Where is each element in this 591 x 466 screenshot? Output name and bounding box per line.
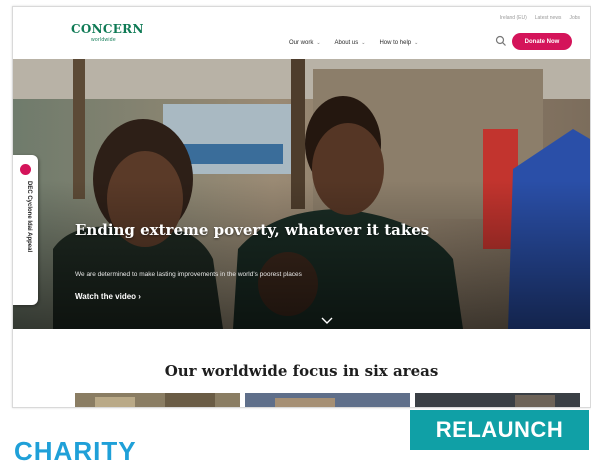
focus-area-cards — [75, 393, 580, 408]
hero-headline: Ending extreme poverty, whatever it take… — [75, 221, 430, 239]
nav-item-how-to-help[interactable]: How to help ⌄ — [379, 40, 418, 46]
chevron-down-icon[interactable] — [320, 317, 334, 325]
nav-label: Our work — [289, 40, 314, 46]
logo-wordmark: CONCERN — [71, 22, 144, 36]
chevron-down-icon: ⌄ — [316, 40, 321, 46]
chevron-down-icon: ⌄ — [361, 40, 366, 46]
donate-button[interactable]: Donate Now — [512, 33, 572, 50]
utility-link-region[interactable]: Ireland (EU) — [500, 15, 527, 21]
utility-nav: Ireland (EU) Latest news Jobs — [500, 15, 580, 21]
hero-banner: DEC Cyclone Idai Appeal Ending extreme p… — [13, 59, 590, 329]
utility-link-jobs[interactable]: Jobs — [569, 15, 580, 21]
site-header: CONCERN worldwide Ireland (EU) Latest ne… — [13, 7, 590, 59]
website-screenshot: CONCERN worldwide Ireland (EU) Latest ne… — [12, 6, 591, 408]
section-title: Our worldwide focus in six areas — [164, 362, 439, 380]
magazine-section-label: CHARITY — [14, 436, 137, 466]
hero-photo — [13, 59, 590, 329]
nav-label: About us — [334, 40, 359, 46]
logo-tagline: worldwide — [91, 37, 116, 43]
watch-video-link[interactable]: Watch the video › — [75, 292, 141, 301]
concern-logo[interactable]: CONCERN worldwide — [71, 22, 144, 43]
main-nav: Our work ⌄ About us ⌄ How to help ⌄ — [289, 40, 418, 46]
nav-label: How to help — [379, 40, 412, 46]
nav-item-about-us[interactable]: About us ⌄ — [335, 40, 366, 46]
utility-link-news[interactable]: Latest news — [535, 15, 562, 21]
chevron-down-icon: ⌄ — [414, 40, 419, 46]
hero-subtitle: We are determined to make lasting improv… — [75, 271, 302, 278]
relaunch-badge: RELAUNCH — [410, 410, 589, 450]
appeal-dot-icon — [20, 164, 31, 175]
nav-item-our-work[interactable]: Our work ⌄ — [289, 40, 321, 46]
focus-card-image[interactable] — [245, 393, 410, 408]
focus-card-image[interactable] — [415, 393, 580, 408]
appeal-side-tab[interactable]: DEC Cyclone Idai Appeal — [13, 155, 38, 305]
appeal-tab-label: DEC Cyclone Idai Appeal — [26, 181, 32, 253]
focus-card-image[interactable] — [75, 393, 240, 408]
search-icon[interactable] — [494, 34, 508, 48]
